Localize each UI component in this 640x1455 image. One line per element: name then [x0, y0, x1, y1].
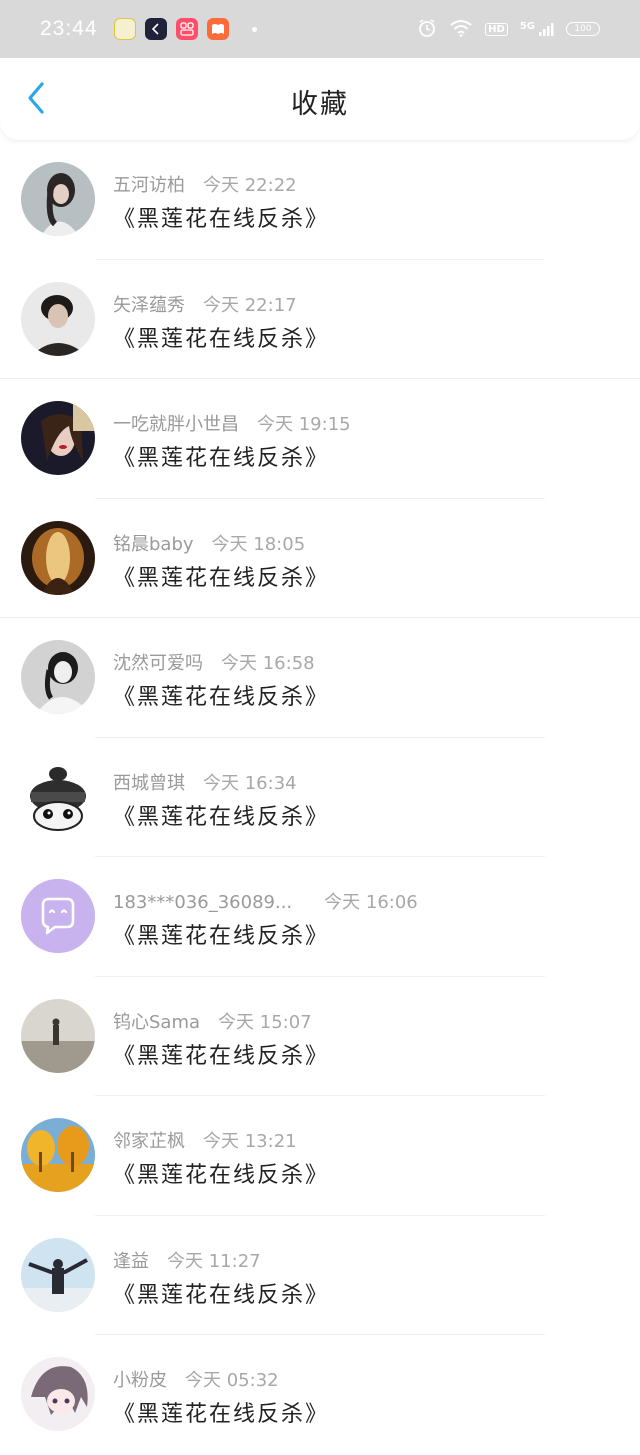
- username[interactable]: 邻家芷枫: [113, 1131, 185, 1152]
- cellular-signal: 5G: [520, 21, 554, 37]
- list-item[interactable]: 铭晨baby 今天 18:05 《黑莲花在线反杀》: [0, 499, 640, 618]
- avatar[interactable]: [21, 1237, 95, 1312]
- book-title[interactable]: 《黑莲花在线反杀》: [113, 679, 329, 711]
- favorite-meta: 五河访柏 今天 22:22: [113, 171, 297, 197]
- page-title: 收藏: [291, 89, 349, 120]
- username[interactable]: 矢泽蕴秀: [113, 295, 185, 316]
- list-item[interactable]: 邻家芷枫 今天 13:21 《黑莲花在线反杀》: [0, 1096, 640, 1216]
- favorite-meta: 钨心Sama 今天 15:07: [113, 1008, 312, 1034]
- timestamp: 今天 18:05: [211, 533, 306, 555]
- book-title[interactable]: 《黑莲花在线反杀》: [113, 799, 329, 831]
- avatar[interactable]: [21, 281, 95, 356]
- avatar[interactable]: [21, 879, 95, 953]
- timestamp: 今天 22:22: [203, 175, 297, 196]
- favorite-meta: 183***036_36089... 今天 16:06: [113, 888, 418, 914]
- avatar[interactable]: [21, 759, 95, 834]
- username[interactable]: 小粉皮: [113, 1370, 167, 1391]
- timestamp: 今天 16:06: [324, 892, 418, 913]
- book-title[interactable]: 《黑莲花在线反杀》: [113, 1157, 329, 1189]
- list-item[interactable]: 逢益 今天 11:27 《黑莲花在线反杀》: [0, 1216, 640, 1335]
- more-notifications-dot: [251, 26, 257, 32]
- book-title[interactable]: 《黑莲花在线反杀》: [113, 321, 329, 353]
- username[interactable]: 逢益: [113, 1251, 149, 1272]
- battery-indicator: 100: [566, 22, 600, 36]
- app-notification-icon: [206, 18, 229, 40]
- default-avatar-icon: [21, 879, 95, 953]
- top-nav-bar: 收藏: [0, 58, 640, 140]
- favorite-meta: 一吃就胖小世昌 今天 19:15: [113, 410, 351, 436]
- favorite-meta: 矢泽蕴秀 今天 22:17: [113, 291, 297, 317]
- book-title[interactable]: 《黑莲花在线反杀》: [113, 918, 329, 950]
- username[interactable]: 183***036_36089...: [113, 892, 292, 913]
- timestamp: 今天 16:34: [203, 772, 297, 794]
- favorite-meta: 逢益 今天 11:27: [113, 1247, 261, 1273]
- book-title[interactable]: 《黑莲花在线反杀》: [113, 201, 329, 233]
- status-indicators: HD 5G 100: [417, 18, 600, 41]
- book-title[interactable]: 《黑莲花在线反杀》: [113, 1038, 329, 1070]
- avatar[interactable]: [21, 520, 95, 595]
- wifi-icon: [449, 19, 473, 40]
- signal-bars-icon: [539, 23, 554, 36]
- favorite-meta: 邻家芷枫 今天 13:21: [113, 1127, 297, 1153]
- status-bar: 23:44 HD 5G 100: [0, 0, 640, 58]
- list-item[interactable]: 西城曾琪 今天 16:34 《黑莲花在线反杀》: [0, 738, 640, 857]
- hd-badge: HD: [485, 22, 508, 36]
- timestamp: 今天 22:17: [203, 294, 297, 316]
- app-notification-icon: [113, 18, 136, 40]
- book-title[interactable]: 《黑莲花在线反杀》: [113, 1396, 329, 1428]
- avatar[interactable]: [21, 162, 95, 236]
- username[interactable]: 五河访柏: [113, 175, 185, 196]
- alarm-icon: [417, 18, 437, 41]
- avatar[interactable]: [21, 401, 95, 475]
- timestamp: 今天 15:07: [218, 1011, 312, 1033]
- avatar[interactable]: [21, 1357, 95, 1431]
- book-title[interactable]: 《黑莲花在线反杀》: [113, 560, 329, 592]
- username[interactable]: 一吃就胖小世昌: [113, 414, 239, 435]
- list-item[interactable]: 小粉皮 今天 05:32 《黑莲花在线反杀》: [0, 1335, 640, 1455]
- username[interactable]: 西城曾琪: [113, 773, 185, 794]
- timestamp: 今天 13:21: [203, 1131, 297, 1152]
- favorite-meta: 西城曾琪 今天 16:34: [113, 769, 297, 795]
- timestamp: 今天 11:27: [167, 1250, 261, 1272]
- list-item[interactable]: 钨心Sama 今天 15:07 《黑莲花在线反杀》: [0, 977, 640, 1096]
- app-notification-icon: [175, 18, 198, 40]
- avatar[interactable]: [21, 640, 95, 714]
- list-item[interactable]: 183***036_36089... 今天 16:06 《黑莲花在线反杀》: [0, 857, 640, 977]
- timestamp: 今天 19:15: [257, 414, 351, 435]
- username[interactable]: 钨心Sama: [113, 1012, 200, 1033]
- list-item[interactable]: 沈然可爱吗 今天 16:58 《黑莲花在线反杀》: [0, 618, 640, 738]
- timestamp: 今天 16:58: [221, 653, 315, 674]
- list-item[interactable]: 矢泽蕴秀 今天 22:17 《黑莲花在线反杀》: [0, 260, 640, 379]
- avatar[interactable]: [21, 998, 95, 1073]
- avatar[interactable]: [21, 1118, 95, 1192]
- status-time: 23:44: [40, 17, 98, 40]
- username[interactable]: 铭晨baby: [113, 534, 194, 555]
- favorite-meta: 铭晨baby 今天 18:05: [113, 530, 305, 556]
- network-type-label: 5G: [519, 21, 535, 32]
- app-notification-icon: [144, 18, 167, 40]
- timestamp: 今天 05:32: [185, 1370, 279, 1391]
- list-item[interactable]: 五河访柏 今天 22:22 《黑莲花在线反杀》: [0, 140, 640, 260]
- book-title[interactable]: 《黑莲花在线反杀》: [113, 1277, 329, 1309]
- username[interactable]: 沈然可爱吗: [113, 653, 203, 674]
- list-item[interactable]: 一吃就胖小世昌 今天 19:15 《黑莲花在线反杀》: [0, 379, 640, 499]
- favorite-meta: 沈然可爱吗 今天 16:58: [113, 649, 315, 675]
- favorites-list: 五河访柏 今天 22:22 《黑莲花在线反杀》 矢泽蕴秀 今天 22:17 《黑莲花…: [0, 140, 640, 1455]
- favorite-meta: 小粉皮 今天 05:32: [113, 1366, 279, 1392]
- book-title[interactable]: 《黑莲花在线反杀》: [113, 440, 329, 472]
